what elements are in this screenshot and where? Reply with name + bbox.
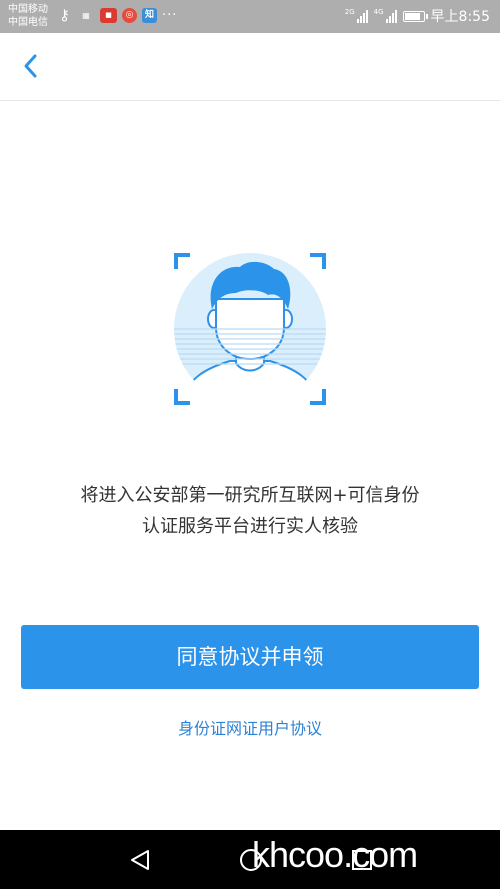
notification-icons: ⚷ ▦ ■ ◎ 知 ··· <box>57 8 177 23</box>
network-label-1: 2G <box>344 8 355 16</box>
clock: 早上8:55 <box>430 9 490 25</box>
system-nav-bar: khcoo.com <box>0 830 500 889</box>
back-button[interactable] <box>16 51 46 81</box>
nav-bar <box>0 33 500 101</box>
zhihu-app-icon: 知 <box>142 8 157 23</box>
description-line-1: 将进入公安部第一研究所互联网+可信身份 <box>80 485 420 506</box>
face-scan-icon <box>174 253 326 405</box>
app-grid-icon: ▦ <box>82 11 90 20</box>
red-app-icon: ◎ <box>122 8 137 23</box>
carrier-2: 中国电信 <box>8 17 48 28</box>
signal-icon-1: 2G <box>345 9 368 23</box>
key-icon: ⚷ <box>59 6 70 24</box>
network-label-2: 4G <box>373 8 384 16</box>
description-line-2: 认证服务平台进行实人核验 <box>142 516 358 537</box>
battery-icon <box>402 10 428 22</box>
signal-icon-2: 4G <box>374 9 397 23</box>
agree-and-apply-button[interactable]: 同意协议并申领 <box>21 625 479 689</box>
system-back-icon[interactable] <box>128 848 152 872</box>
status-right: 2G 4G 早上8:55 <box>345 6 490 26</box>
carrier-info: 中国移动 中国电信 <box>8 3 48 29</box>
status-bar: 中国移动 中国电信 ⚷ ▦ ■ ◎ 知 ··· 2G 4G 早上8:55 <box>0 0 500 33</box>
news-app-icon: ■ <box>100 8 117 23</box>
face-scan-illustration <box>170 249 330 409</box>
user-agreement-link[interactable]: 身份证网证用户协议 <box>0 715 500 739</box>
verification-description: 将进入公安部第一研究所互联网+可信身份 认证服务平台进行实人核验 <box>0 480 500 542</box>
carrier-1: 中国移动 <box>8 4 48 15</box>
watermark-text: khcoo.com <box>252 834 418 875</box>
battery-fill <box>404 12 420 20</box>
more-notifications-icon: ··· <box>162 8 178 23</box>
chevron-left-icon <box>24 54 37 78</box>
